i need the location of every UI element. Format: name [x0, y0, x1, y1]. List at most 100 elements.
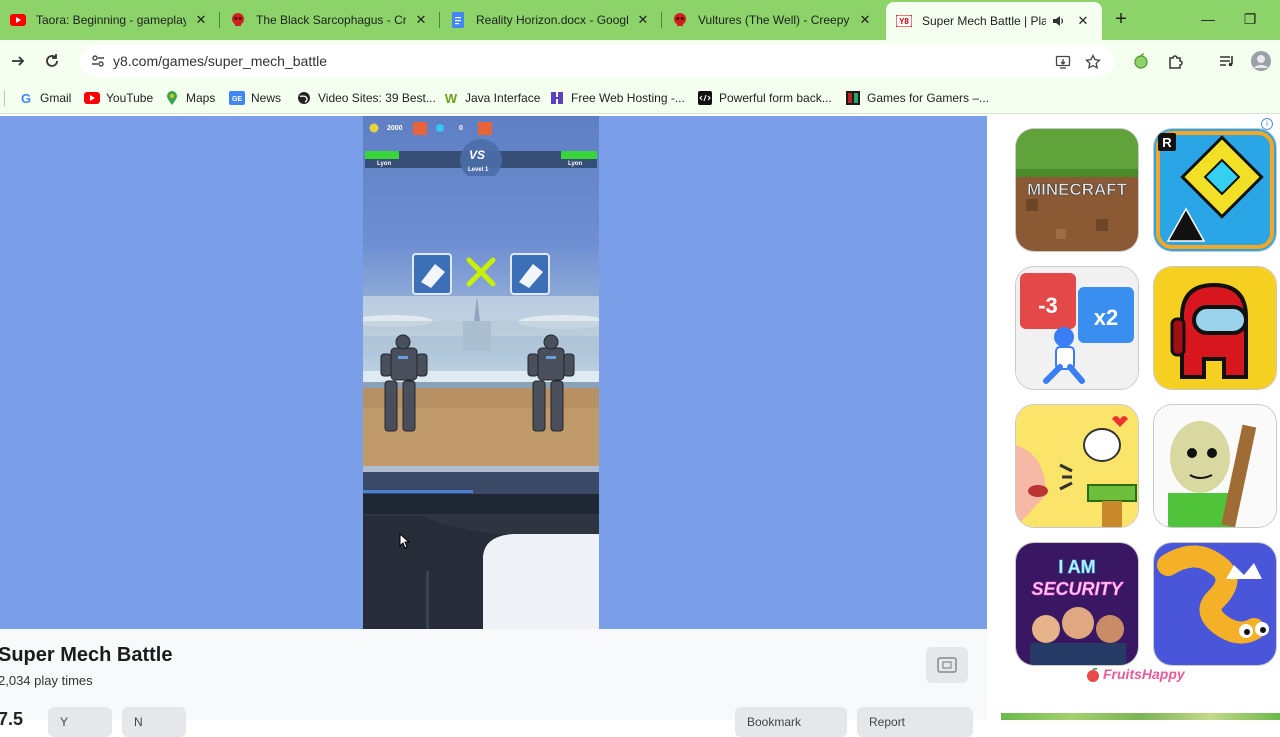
svg-text:MINECRAFT: MINECRAFT: [1027, 180, 1128, 199]
ad-tile-i-am-security[interactable]: I AM SECURITY: [1016, 543, 1138, 665]
games-icon: [845, 90, 861, 106]
crossed-swords-icon: [467, 258, 495, 286]
tab-title: Vultures (The Well) - Creepyp: [698, 13, 850, 27]
left-fist-button[interactable]: [413, 254, 451, 294]
install-app-icon[interactable]: [1052, 51, 1074, 73]
tab-vultures[interactable]: Vultures (The Well) - Creepyp ✕: [662, 4, 884, 36]
restore-button[interactable]: ❐: [1230, 6, 1270, 32]
like-button[interactable]: Y: [48, 707, 112, 737]
code-icon: [697, 90, 713, 106]
sponsor-logo[interactable]: FruitsHappy: [1103, 666, 1185, 682]
play-count: 2,034 play times: [0, 673, 93, 688]
y8-icon: Y8: [896, 13, 912, 29]
reload-button[interactable]: [38, 47, 66, 75]
extensions-puzzle-icon[interactable]: [1162, 47, 1190, 75]
svg-text:Y8: Y8: [899, 17, 909, 26]
fruit-icon: [1087, 668, 1099, 682]
svg-text:R: R: [1162, 135, 1172, 150]
right-fist-button[interactable]: [511, 254, 549, 294]
tab-title: The Black Sarcophagus - Cree: [256, 13, 406, 27]
ad-tile-chicken[interactable]: [1016, 405, 1138, 527]
red-skull-icon: [230, 12, 246, 28]
level-label: Level 1: [468, 167, 489, 173]
new-tab-button[interactable]: +: [1110, 8, 1132, 30]
svg-text:-3: -3: [1038, 293, 1058, 318]
game-canvas[interactable]: 2000 0 VS Level 1 Lyon Lyon: [363, 116, 599, 629]
svg-text:G: G: [21, 91, 31, 105]
media-control-icon[interactable]: [1213, 47, 1241, 75]
bookmark-button[interactable]: Bookmark: [735, 707, 847, 737]
bookmark-youtube[interactable]: YouTube: [84, 88, 153, 108]
game-hud: 2000 0 VS Level 1 Lyon Lyon: [363, 116, 599, 176]
youtube-icon: [84, 90, 100, 106]
bookmark-gmail[interactable]: G Gmail: [18, 88, 71, 108]
svg-text:SECURITY: SECURITY: [1031, 579, 1124, 599]
bookmark-games-for-gamers[interactable]: Games for Gamers –...: [845, 88, 989, 108]
tab-black-sarcophagus[interactable]: The Black Sarcophagus - Cree ✕: [220, 4, 440, 36]
bookmark-java-interface[interactable]: W Java Interface: [443, 88, 541, 108]
bookmark-video-sites[interactable]: Video Sites: 39 Best...: [296, 88, 436, 108]
enemy-name: Lyon: [568, 161, 583, 167]
close-icon[interactable]: ✕: [412, 11, 430, 29]
maps-icon: [164, 90, 180, 106]
tab-title: Taora: Beginning - gameplay I: [36, 13, 186, 27]
bookmark-star-icon[interactable]: [1082, 51, 1104, 73]
svg-text:GE: GE: [232, 96, 242, 103]
tab-super-mech-battle[interactable]: Y8 Super Mech Battle | Play N ✕: [886, 2, 1102, 40]
bookmark-powerful-form[interactable]: Powerful form back...: [697, 88, 832, 108]
player-name: Lyon: [377, 161, 392, 167]
close-icon[interactable]: ✕: [856, 11, 874, 29]
bookmark-news[interactable]: GE News: [229, 88, 281, 108]
site-settings-icon[interactable]: [88, 51, 108, 71]
bookmark-free-web-hosting[interactable]: Free Web Hosting -...: [549, 88, 685, 108]
fullscreen-icon: [937, 657, 957, 673]
close-icon[interactable]: ✕: [192, 11, 210, 29]
ad-tile-snake[interactable]: [1154, 543, 1276, 665]
ad-tile-minecraft[interactable]: MINECRAFT: [1016, 129, 1138, 251]
game-info-panel: Super Mech Battle 2,034 play times 7.5 Y…: [0, 629, 987, 737]
tab-title: Super Mech Battle | Play N: [922, 14, 1046, 28]
dislike-button[interactable]: N: [122, 707, 186, 737]
close-icon[interactable]: ✕: [1074, 12, 1092, 30]
svg-text:W: W: [445, 91, 458, 105]
ad-tile-among-us[interactable]: [1154, 267, 1276, 389]
tab-reality-horizon[interactable]: Reality Horizon.docx - Google ✕: [440, 4, 662, 36]
google-docs-icon: [450, 12, 466, 28]
forward-button[interactable]: [4, 47, 32, 75]
ad-info-icon[interactable]: i: [1261, 118, 1273, 130]
ad-bottom-banner[interactable]: [1001, 713, 1280, 720]
tab-strip: Taora: Beginning - gameplay I ✕ The Blac…: [0, 0, 1280, 40]
toolbar: y8.com/games/super_mech_battle: [0, 40, 1280, 82]
hosting-icon: [549, 90, 565, 106]
ad-tile-baldi[interactable]: [1154, 405, 1276, 527]
google-icon: G: [18, 90, 34, 106]
minimize-button[interactable]: —: [1188, 6, 1228, 32]
gem-count: 0: [459, 125, 463, 132]
w-icon: W: [443, 90, 459, 106]
game-title: Super Mech Battle: [0, 644, 173, 666]
ad-tile-geometry-dash[interactable]: R: [1154, 129, 1276, 251]
ad-tile-number-runner[interactable]: -3 x2: [1016, 267, 1138, 389]
profile-avatar[interactable]: [1247, 47, 1275, 75]
bookmark-maps[interactable]: Maps: [164, 88, 215, 108]
news-icon: GE: [229, 90, 245, 106]
ad-sidebar: i MINECRAFT R -3 x2 I AM SECURITY Fruits…: [1001, 116, 1280, 720]
extension-apple-icon[interactable]: [1127, 47, 1155, 75]
mouse-cursor-icon: [399, 533, 411, 549]
speaker-icon[interactable]: [1050, 13, 1066, 29]
vs-label: VS: [469, 148, 486, 162]
bookmarks-bar: G Gmail YouTube Maps GE News Video Sites…: [0, 82, 1280, 114]
fullscreen-button[interactable]: [926, 647, 968, 683]
game-scene: [363, 296, 599, 629]
url-text: y8.com/games/super_mech_battle: [113, 53, 327, 69]
globe-icon: [296, 90, 312, 106]
svg-text:I AM: I AM: [1058, 557, 1095, 577]
address-bar[interactable]: y8.com/games/super_mech_battle: [80, 45, 1115, 77]
svg-text:x2: x2: [1094, 305, 1118, 330]
tab-taora[interactable]: Taora: Beginning - gameplay I ✕: [0, 4, 220, 36]
report-button[interactable]: Report: [857, 707, 973, 737]
youtube-icon: [10, 12, 26, 28]
close-icon[interactable]: ✕: [634, 11, 652, 29]
tab-title: Reality Horizon.docx - Google: [476, 13, 628, 27]
red-skull-icon: [672, 12, 688, 28]
